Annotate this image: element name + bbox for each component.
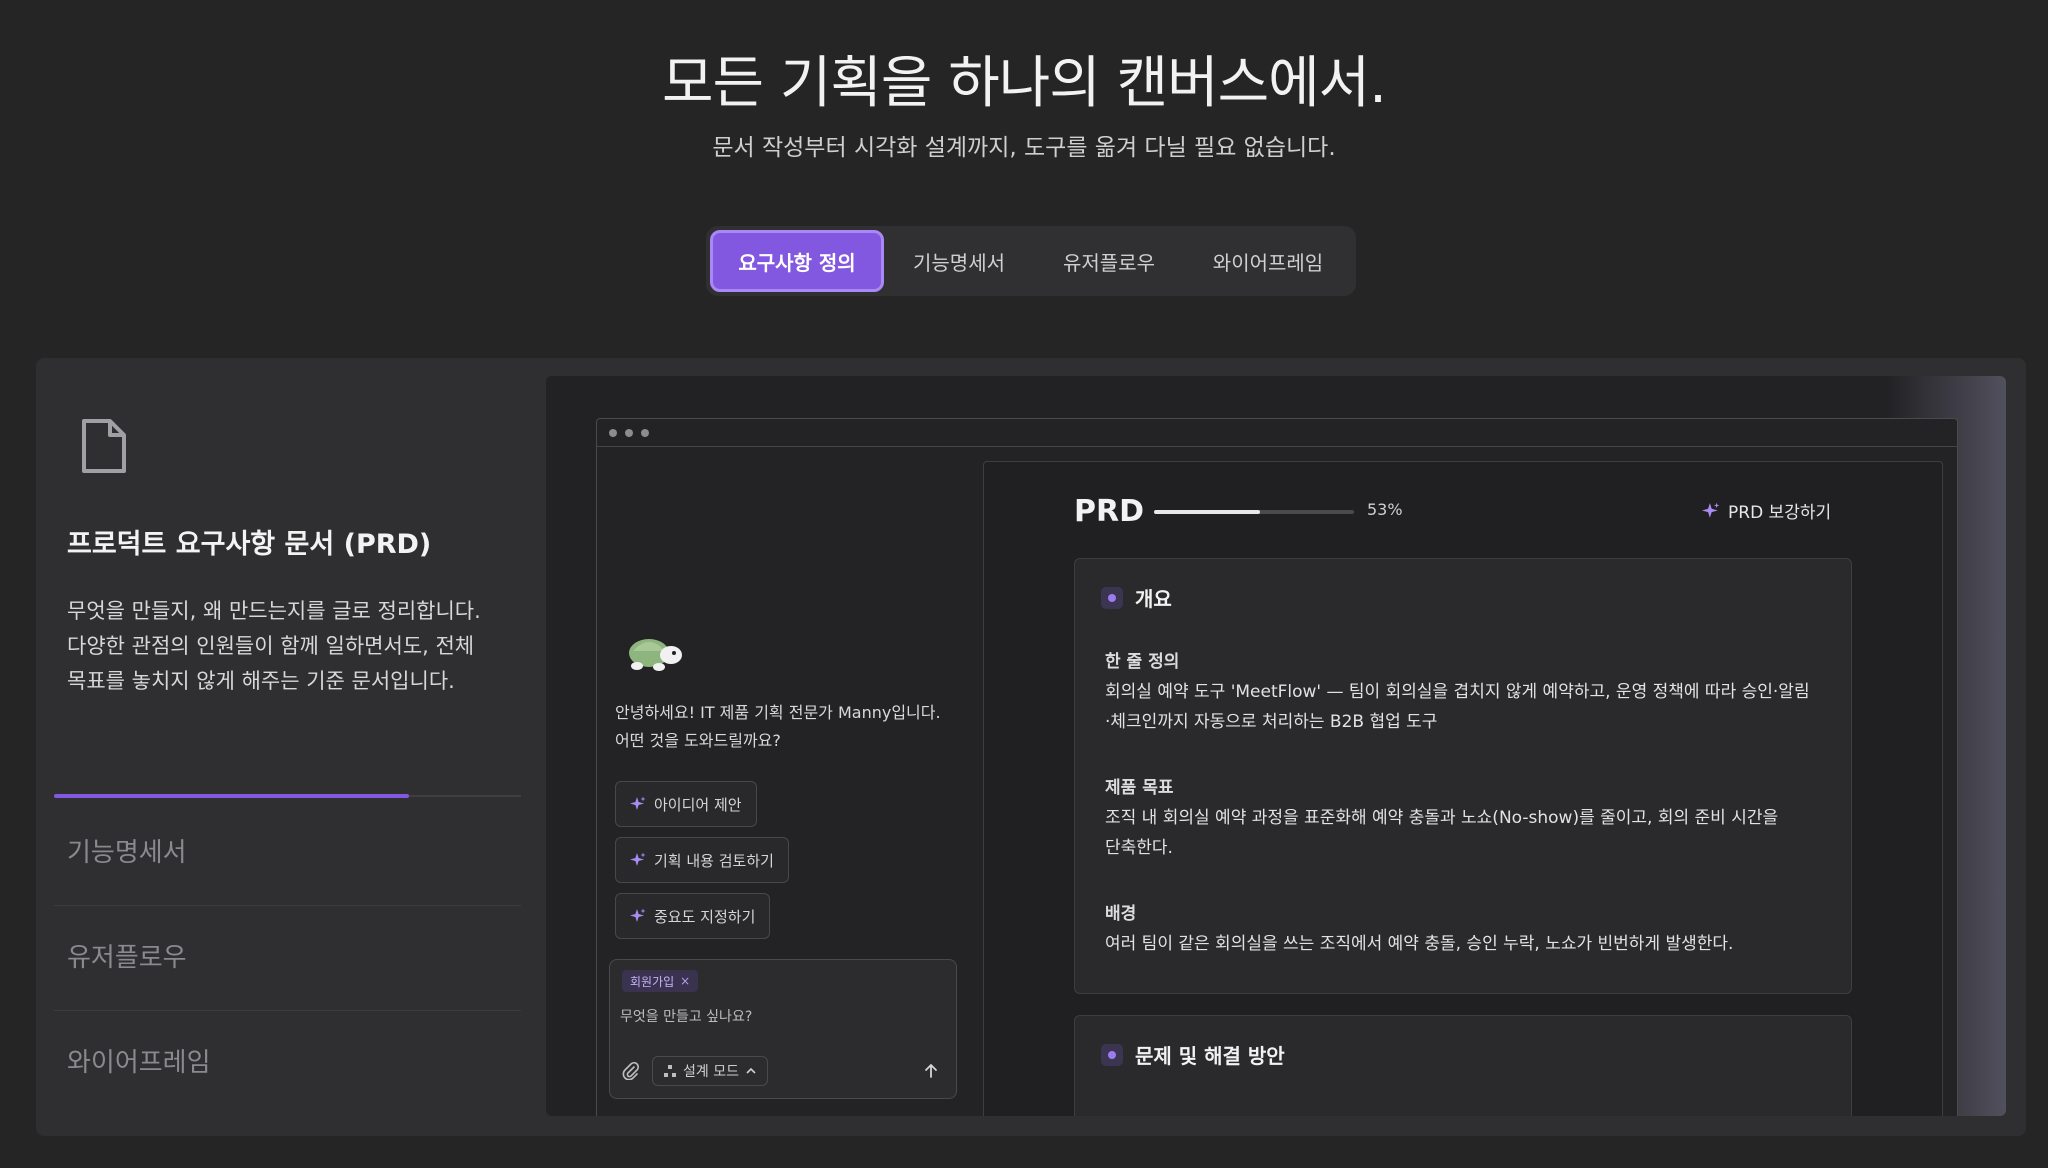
section-bullet-icon [1101,1043,1123,1066]
block-line: 회의실 예약 도구 'MeetFlow' — 팀이 회의실을 겹치지 않게 예약… [1105,682,1810,702]
description-line: 다양한 관점의 인원들이 함께 일하면서도, 전체 [67,634,475,658]
window-dot [625,429,633,437]
sparkle-icon [630,852,646,866]
feature-panel: 프로덕트 요구사항 문서 (PRD) 무엇을 만들지, 왜 만드는지를 글로 정… [36,358,2026,1136]
tab-user-flow[interactable]: 유저플로우 [1034,230,1184,292]
block-line: ·체크인까지 자동으로 처리하는 B2B 협업 도구 [1105,712,1438,732]
page-title: 모든 기획을 하나의 캔버스에서. [662,51,1387,116]
description-line: 목표를 놓치지 않게 해주는 기준 문서입니다. [67,669,455,693]
greeting-line: 어떤 것을 도와드릴까요? [615,731,781,750]
suggestion-label: 기획 내용 검토하기 [654,851,774,870]
tab-wireframe[interactable]: 와이어프레임 [1184,230,1352,292]
chat-input[interactable]: 무엇을 만들고 싶나요? [620,1006,752,1026]
context-tag-label: 회원가입 [630,974,675,989]
block-line: 조직 내 회의실 예약 과정을 표준화해 예약 충돌과 노쇼(No-show)를… [1105,808,1779,828]
suggestion-review-button[interactable]: 기획 내용 검토하기 [615,837,789,883]
assistant-greeting: 안녕하세요! IT 제품 기획 전문가 Manny입니다. 어떤 것을 도와드릴… [615,699,941,755]
tab-functional-spec[interactable]: 기능명세서 [884,230,1034,292]
block-label: 한 줄 정의 [1105,652,1180,672]
section-card-overview: 개요 한 줄 정의 회의실 예약 도구 'MeetFlow' — 팀이 회의실을… [1074,558,1852,994]
feature-tabs: 요구사항 정의 기능명세서 유저플로우 와이어프레임 [706,226,1356,296]
description-line: 무엇을 만들지, 왜 만드는지를 글로 정리합니다. [67,599,481,623]
tab-requirements[interactable]: 요구사항 정의 [710,230,884,292]
hierarchy-icon [664,1065,676,1077]
block-line: 여러 팀이 같은 회의실을 쓰는 조직에서 예약 충돌, 승인 누락, 노쇼가 … [1105,934,1734,954]
prd-document: PRD 53% PRD 보강하기 개요 한 줄 정의 회의실 예약 도구 'Me… [983,461,1943,1116]
section-heading: 개요 [1101,583,1172,612]
left-item-wireframe[interactable]: 와이어프레임 [67,1042,211,1079]
preview-stage: 안녕하세요! IT 제품 기획 전문가 Manny입니다. 어떤 것을 도와드릴… [546,376,2006,1116]
block-label: 배경 [1105,904,1137,924]
window-titlebar [597,419,1957,447]
feature-title: 프로덕트 요구사항 문서 (PRD) [67,529,432,560]
suggestion-label: 중요도 지정하기 [654,907,756,926]
divider [54,905,521,906]
section-bullet-icon [1101,586,1123,609]
page-subtitle: 문서 작성부터 시각화 설계까지, 도구를 옮겨 다닐 필요 없습니다. [712,135,1336,161]
section-heading: 문제 및 해결 방안 [1101,1040,1285,1069]
block-label: 제품 목표 [1105,778,1174,798]
section-heading-label: 개요 [1135,587,1172,611]
prd-progress-fill [1154,510,1260,514]
section-card-problem: 문제 및 해결 방안 [1074,1015,1852,1116]
block-line: 단축한다. [1105,838,1173,858]
greeting-line: 안녕하세요! IT 제품 기획 전문가 Manny입니다. [615,703,941,722]
window-dot [609,429,617,437]
sparkle-icon [630,796,646,810]
suggestion-idea-button[interactable]: 아이디어 제안 [615,781,757,827]
block-text: 회의실 예약 도구 'MeetFlow' — 팀이 회의실을 겹치지 않게 예약… [1105,677,1825,737]
prd-progress-label: 53% [1367,500,1403,519]
paperclip-icon[interactable] [622,1062,640,1080]
sparkle-icon [1702,502,1720,518]
chevron-up-icon [746,1067,756,1074]
window-dot [641,429,649,437]
send-arrow-icon[interactable] [920,1060,942,1082]
prd-title: PRD [1074,494,1144,529]
tag-remove-icon[interactable]: × [680,974,690,988]
design-mode-label: 설계 모드 [683,1064,739,1080]
feature-description: 무엇을 만들지, 왜 만드는지를 글로 정리합니다. 다양한 관점의 인원들이 … [67,594,507,699]
left-item-functional-spec[interactable]: 기능명세서 [67,832,187,869]
context-tag: 회원가입 × [622,970,699,992]
block-text: 여러 팀이 같은 회의실을 쓰는 조직에서 예약 충돌, 승인 누락, 노쇼가 … [1105,929,1825,959]
divider [54,1010,521,1011]
chat-composer: 회원가입 × 무엇을 만들고 싶나요? 설계 모드 [609,959,957,1099]
left-item-user-flow[interactable]: 유저플로우 [67,937,187,974]
turtle-mascot-icon [629,639,682,671]
prd-enhance-label: PRD 보강하기 [1728,503,1832,523]
document-icon [82,419,126,473]
suggestion-priority-button[interactable]: 중요도 지정하기 [615,893,771,939]
prd-enhance-button[interactable]: PRD 보강하기 [1702,498,1831,523]
feature-progress-fill [54,794,409,798]
app-window: 안녕하세요! IT 제품 기획 전문가 Manny입니다. 어떤 것을 도와드릴… [596,418,1958,1116]
design-mode-button[interactable]: 설계 모드 [652,1056,768,1086]
block-text: 조직 내 회의실 예약 과정을 표준화해 예약 충돌과 노쇼(No-show)를… [1105,803,1825,863]
section-heading-label: 문제 및 해결 방안 [1135,1044,1285,1068]
sparkle-icon [630,908,646,922]
suggestion-label: 아이디어 제안 [654,795,742,814]
